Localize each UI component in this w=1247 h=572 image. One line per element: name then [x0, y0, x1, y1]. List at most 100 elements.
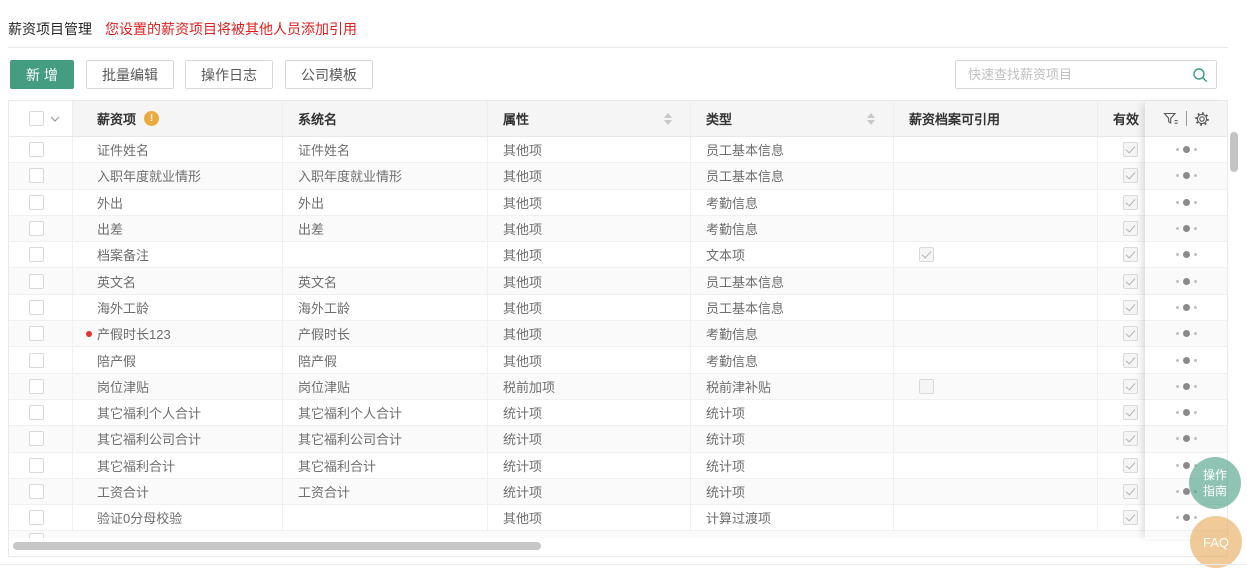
gear-icon[interactable] [1194, 111, 1210, 127]
warning-icon[interactable]: ! [144, 111, 159, 126]
valid-cell [1098, 426, 1147, 451]
valid-checkbox [1123, 353, 1138, 368]
salary-items-table: 薪资项 ! 系统名 属性 类型 薪资档案可引用 有效 [8, 100, 1228, 557]
valid-checkbox [1123, 458, 1138, 473]
salary-item-name-cell: 档案备注 [73, 242, 283, 267]
row-checkbox[interactable] [29, 142, 44, 157]
row-checkbox[interactable] [29, 326, 44, 341]
row-checkbox-cell [9, 479, 73, 504]
more-actions-icon [1183, 199, 1190, 206]
attribute-cell: 税前加项 [488, 374, 691, 399]
row-actions-button[interactable] [1145, 374, 1227, 400]
search-input[interactable] [956, 67, 1192, 82]
row-actions-button[interactable] [1145, 295, 1227, 321]
salary-item-name-cell: 出差 [73, 216, 283, 241]
salary-item-name-cell: 工资合计 [73, 479, 283, 504]
row-checkbox[interactable] [29, 484, 44, 499]
valid-checkbox [1123, 247, 1138, 262]
row-checkbox[interactable] [29, 458, 44, 473]
profile-ref-cell [894, 426, 1098, 451]
salary-item-name-cell: 外出 [73, 190, 283, 215]
salary-item-name-cell: 其它福利个人合计 [73, 400, 283, 425]
company-template-button[interactable]: 公司模板 [285, 60, 373, 89]
attribute-cell: 统计项 [488, 426, 691, 451]
row-checkbox[interactable] [29, 300, 44, 315]
valid-cell [1098, 479, 1147, 504]
add-button[interactable]: 新 增 [10, 60, 74, 89]
more-actions-icon [1183, 462, 1190, 469]
row-checkbox[interactable] [29, 168, 44, 183]
row-actions-button[interactable] [1145, 137, 1227, 163]
more-actions-icon [1183, 357, 1190, 364]
valid-cell [1098, 163, 1147, 188]
row-checkbox[interactable] [29, 431, 44, 446]
row-actions-button[interactable] [1145, 400, 1227, 426]
row-actions-button[interactable] [1145, 216, 1227, 242]
valid-checkbox [1123, 431, 1138, 446]
row-actions-button[interactable] [1145, 190, 1227, 216]
attribute-cell: 其他项 [488, 505, 691, 530]
valid-cell [1098, 295, 1147, 320]
type-cell: 文本项 [691, 242, 894, 267]
row-checkbox-cell [9, 374, 73, 399]
valid-cell [1098, 137, 1147, 162]
table-row: 其它福利个人合计 其它福利个人合计 统计项 统计项 [9, 400, 1227, 426]
table-row: 英文名 英文名 其他项 员工基本信息 [9, 268, 1227, 294]
header-divider [8, 47, 1228, 48]
system-name-cell: 陪产假 [283, 347, 488, 372]
row-actions-button[interactable] [1145, 347, 1227, 373]
profile-ref-cell [894, 321, 1098, 346]
row-checkbox[interactable] [29, 221, 44, 236]
row-checkbox-cell [9, 347, 73, 372]
sort-icon-type[interactable] [867, 113, 875, 125]
faq-fab[interactable]: FAQ [1190, 516, 1242, 568]
row-actions-button[interactable] [1145, 268, 1227, 294]
type-cell: 考勤信息 [691, 216, 894, 241]
more-actions-icon [1183, 409, 1190, 416]
row-actions-button[interactable] [1145, 321, 1227, 347]
valid-cell [1098, 190, 1147, 215]
select-all-header-cell [9, 101, 73, 136]
system-name-cell: 证件姓名 [283, 137, 488, 162]
row-checkbox[interactable] [29, 353, 44, 368]
type-cell: 员工基本信息 [691, 295, 894, 320]
vertical-scrollbar-thumb[interactable] [1230, 132, 1238, 172]
select-all-checkbox[interactable] [29, 111, 44, 126]
chevron-down-icon[interactable] [50, 116, 60, 122]
search-icon[interactable] [1192, 67, 1216, 83]
row-checkbox[interactable] [29, 405, 44, 420]
system-name-cell: 其它福利合计 [283, 453, 488, 478]
system-name-cell: 外出 [283, 190, 488, 215]
salary-item-name-cell: 其它福利公司合计 [73, 426, 283, 451]
more-actions-icon [1183, 251, 1190, 258]
page-subtitle-warning: 您设置的薪资项目将被其他人员添加引用 [105, 19, 357, 39]
row-checkbox[interactable] [29, 195, 44, 210]
row-actions-button[interactable] [1145, 163, 1227, 189]
column-header-name: 薪资项 ! [73, 101, 283, 136]
profile-ref-cell [894, 400, 1098, 425]
valid-checkbox [1123, 484, 1138, 499]
table-header-row: 薪资项 ! 系统名 属性 类型 薪资档案可引用 有效 [9, 101, 1227, 137]
valid-checkbox [1123, 326, 1138, 341]
row-checkbox-cell [9, 426, 73, 451]
profile-ref-cell [894, 268, 1098, 293]
profile-ref-cell [894, 242, 1098, 267]
attribute-cell: 其他项 [488, 163, 691, 188]
more-actions-icon [1183, 383, 1190, 390]
type-cell: 员工基本信息 [691, 268, 894, 293]
row-checkbox[interactable] [29, 379, 44, 394]
salary-item-name-cell: 产假时长123 [73, 321, 283, 346]
row-checkbox[interactable] [29, 247, 44, 262]
sort-icon-attribute[interactable] [664, 113, 672, 125]
row-actions-button[interactable] [1145, 242, 1227, 268]
operation-guide-fab[interactable]: 操作 指南 [1189, 457, 1241, 509]
horizontal-scrollbar-thumb[interactable] [13, 542, 541, 550]
filter-icon[interactable] [1163, 111, 1179, 127]
row-checkbox[interactable] [29, 274, 44, 289]
row-actions-button[interactable] [1145, 426, 1227, 452]
batch-edit-button[interactable]: 批量编辑 [86, 60, 174, 89]
more-actions-icon [1183, 435, 1190, 442]
type-cell: 统计项 [691, 479, 894, 504]
row-checkbox[interactable] [29, 510, 44, 525]
operation-log-button[interactable]: 操作日志 [185, 60, 273, 89]
